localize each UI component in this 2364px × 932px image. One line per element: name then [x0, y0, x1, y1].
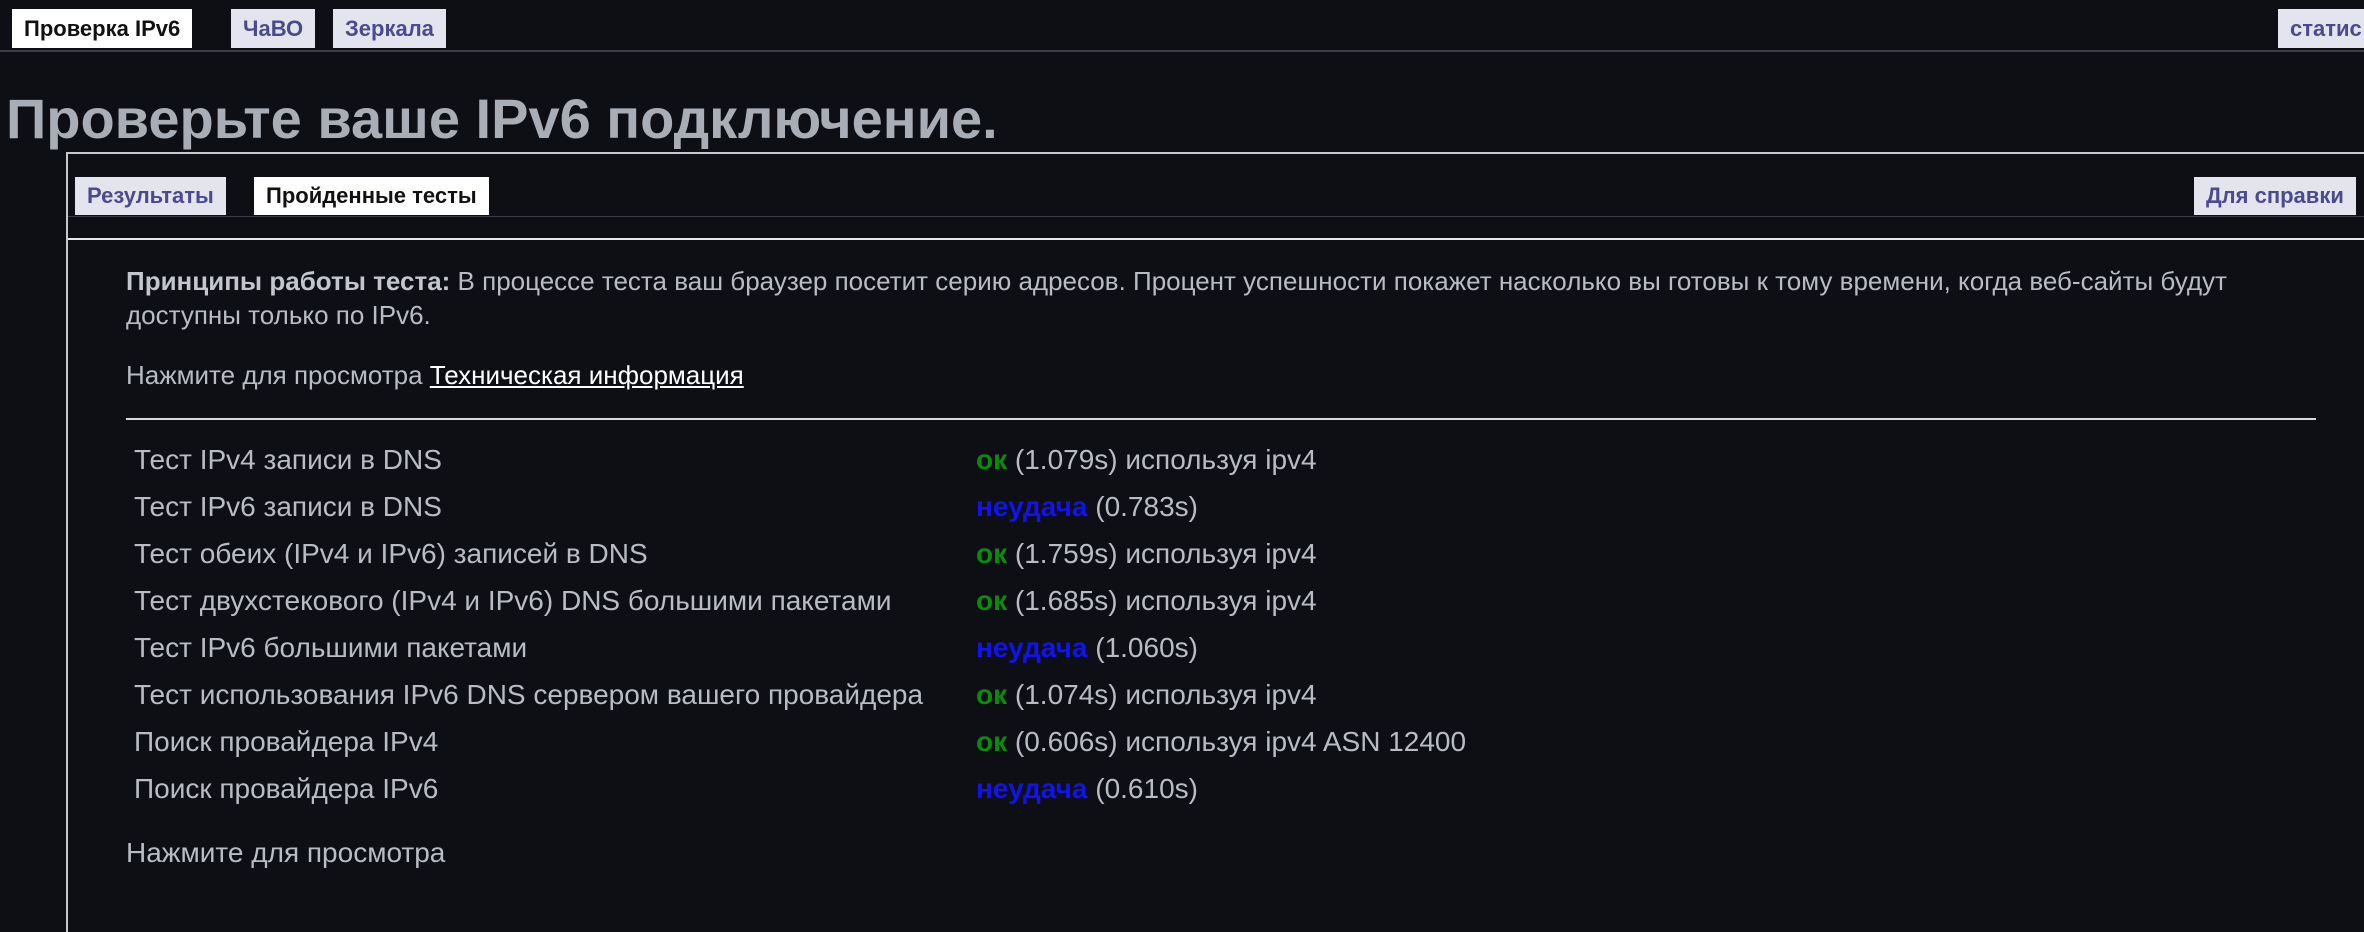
test-status: ок [976, 678, 1008, 710]
test-result: ок (1.759s) используя ipv4 [976, 530, 1466, 577]
test-result: ок (0.606s) используя ipv4 ASN 12400 [976, 718, 1466, 765]
test-result: ок (1.685s) используя ipv4 [976, 577, 1466, 624]
tests-content: Принципы работы теста: В процессе теста … [126, 264, 2326, 870]
test-result: неудача (1.060s) [976, 624, 1466, 671]
subtab-bar: Результаты Пройденные тесты Для справки [68, 154, 2364, 240]
test-detail: (0.783s) [1087, 490, 1198, 522]
view-more-line[interactable]: Нажмите для просмотра [126, 836, 2326, 870]
table-row: Поиск провайдера IPv6 неудача (0.610s) [130, 765, 1466, 812]
test-name: Тест IPv4 записи в DNS [134, 443, 442, 475]
subtab-results[interactable]: Результаты [75, 177, 226, 215]
table-row: Тест IPv6 большими пакетами неудача (1.0… [130, 624, 1466, 671]
test-status: неудача [976, 490, 1088, 522]
test-detail: (0.610s) [1087, 772, 1198, 804]
test-principles: Принципы работы теста: В процессе теста … [126, 264, 2326, 332]
test-name: Тест IPv6 записи в DNS [134, 490, 442, 522]
table-row: Тест двухстекового (IPv4 и IPv6) DNS бол… [130, 577, 1466, 624]
table-row: Тест обеих (IPv4 и IPv6) записей в DNS о… [130, 530, 1466, 577]
test-name: Поиск провайдера IPv4 [134, 725, 439, 757]
tab-faq[interactable]: ЧаВО [231, 9, 316, 48]
test-name: Поиск провайдера IPv6 [134, 772, 439, 804]
tab-ipv6-test[interactable]: Проверка IPv6 [12, 9, 193, 48]
subtab-tests-run[interactable]: Пройденные тесты [254, 177, 489, 215]
test-detail: (0.606s) используя ipv4 ASN 12400 [1007, 725, 1467, 757]
tech-info-prefix: Нажмите для просмотра [126, 360, 430, 390]
principles-heading: Принципы работы теста: [126, 266, 451, 296]
table-row: Тест использования IPv6 DNS сервером ваш… [130, 671, 1466, 718]
test-name: Тест IPv6 большими пакетами [134, 631, 528, 663]
section-divider [126, 418, 2316, 420]
page-title: Проверьте ваше IPv6 подключение. [6, 87, 998, 150]
test-status: ок [976, 443, 1008, 475]
test-detail: (1.079s) используя ipv4 [1007, 443, 1317, 475]
tech-info-line: Нажмите для просмотра Техническая информ… [126, 358, 2326, 392]
table-row: Поиск провайдера IPv4 ок (0.606s) исполь… [130, 718, 1466, 765]
test-status: ок [976, 537, 1008, 569]
tab-mirrors[interactable]: Зеркала [333, 9, 446, 48]
test-name: Тест использования IPv6 DNS сервером ваш… [134, 678, 924, 710]
test-status: ок [976, 725, 1008, 757]
subtab-reference[interactable]: Для справки [2194, 177, 2356, 215]
test-status: неудача [976, 631, 1088, 663]
table-row: Тест IPv4 записи в DNS ок (1.079s) испол… [130, 436, 1466, 483]
test-detail: (1.060s) [1087, 631, 1198, 663]
test-status: неудача [976, 772, 1088, 804]
test-detail: (1.759s) используя ipv4 [1007, 537, 1317, 569]
tab-statistics[interactable]: статис [2278, 9, 2364, 48]
test-results-table: Тест IPv4 записи в DNS ок (1.079s) испол… [130, 436, 1466, 812]
test-name: Тест двухстекового (IPv4 и IPv6) DNS бол… [134, 584, 892, 616]
test-result: ок (1.079s) используя ipv4 [976, 436, 1466, 483]
test-status: ок [976, 584, 1008, 616]
test-name: Тест обеих (IPv4 и IPv6) записей в DNS [134, 537, 648, 569]
test-detail: (1.685s) используя ipv4 [1007, 584, 1317, 616]
tech-info-link[interactable]: Техническая информация [430, 360, 744, 390]
test-result: ок (1.074s) используя ipv4 [976, 671, 1466, 718]
top-navigation-bar: Проверка IPv6 ЧаВО Зеркала статис [0, 0, 2364, 52]
subtab-divider [68, 216, 2364, 217]
test-detail: (1.074s) используя ipv4 [1007, 678, 1317, 710]
test-result: неудача (0.610s) [976, 765, 1466, 812]
results-panel: Результаты Пройденные тесты Для справки … [66, 152, 2364, 932]
test-result: неудача (0.783s) [976, 483, 1466, 530]
table-row: Тест IPv6 записи в DNS неудача (0.783s) [130, 483, 1466, 530]
